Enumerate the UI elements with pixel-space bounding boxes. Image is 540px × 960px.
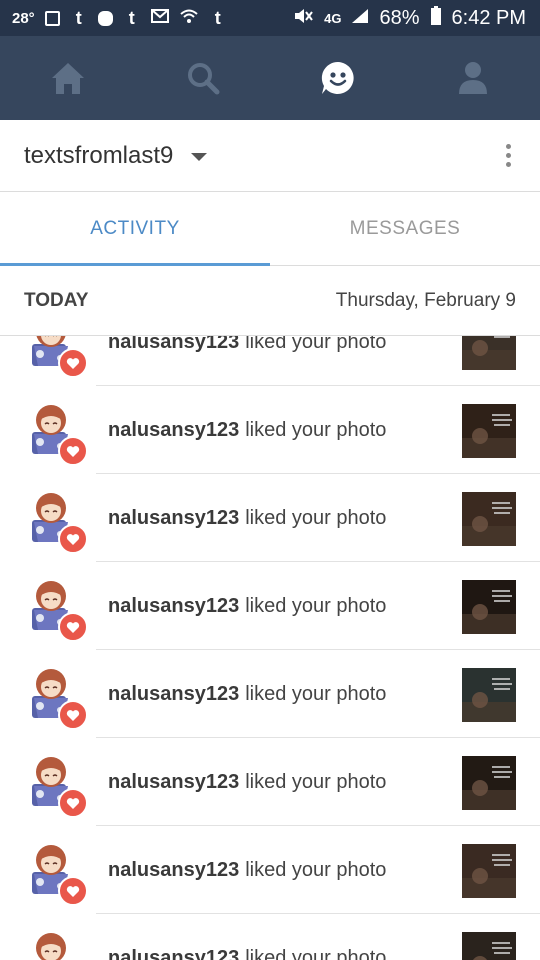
photo-image: [462, 336, 516, 370]
account-name: textsfromlast9: [24, 141, 174, 169]
tumblr-icon: t: [214, 7, 221, 28]
username[interactable]: nalusansy123: [108, 507, 239, 530]
list-item[interactable]: nalusansy123 liked your photo: [0, 562, 540, 650]
nav-activity[interactable]: [308, 48, 368, 108]
notification-text: nalusansy123 liked your photo: [108, 914, 386, 960]
photo-image: [462, 404, 516, 458]
notification-text: nalusansy123 liked your photo: [108, 562, 386, 650]
photo-thumbnail[interactable]: [462, 668, 516, 722]
notification-action: liked your photo: [245, 506, 387, 529]
avatar[interactable]: [28, 930, 78, 960]
nav-home[interactable]: [38, 48, 98, 108]
battery-icon: [430, 5, 442, 31]
wifi-icon: [179, 8, 199, 29]
username[interactable]: nalusansy123: [108, 336, 239, 354]
tab-messages[interactable]: MESSAGES: [270, 192, 540, 265]
photo-image: [462, 932, 516, 960]
tumblr-icon: t: [75, 7, 82, 28]
nav-account[interactable]: [443, 48, 503, 108]
status-bar-right: 4G 68% 6:42 PM: [292, 5, 526, 31]
list-item[interactable]: nalusansy123 liked your photo: [0, 336, 540, 386]
temperature: 28°: [12, 9, 35, 27]
status-bar-left: 28° t t t: [12, 8, 227, 29]
heart-icon: [58, 788, 88, 818]
photo-thumbnail[interactable]: [462, 844, 516, 898]
4g-lte-icon: 4G: [324, 10, 342, 26]
photo-image: [462, 844, 516, 898]
list-item[interactable]: nalusansy123 liked your photo: [0, 826, 540, 914]
notification-text: nalusansy123 liked your photo: [108, 650, 386, 738]
notification-action: liked your photo: [245, 770, 387, 793]
section-header: TODAY Thursday, February 9: [0, 266, 540, 336]
more-options-icon[interactable]: [498, 144, 518, 167]
home-icon: [51, 63, 84, 94]
photo-image: [462, 668, 516, 722]
notification-action: liked your photo: [245, 418, 387, 441]
clock: 6:42 PM: [451, 6, 526, 29]
list-item[interactable]: nalusansy123 liked your photo: [0, 386, 540, 474]
heart-icon: [58, 436, 88, 466]
account-icon: [458, 62, 487, 94]
tumblr-icon: t: [128, 7, 135, 28]
list-item[interactable]: nalusansy123 liked your photo: [0, 650, 540, 738]
notification-text: nalusansy123 liked your photo: [108, 738, 386, 826]
image-icon: [44, 10, 60, 26]
list-item[interactable]: nalusansy123 liked your photo: [0, 738, 540, 826]
bitmoji-icon: [97, 10, 113, 26]
activity-icon: [321, 61, 354, 94]
nav-search[interactable]: [173, 48, 233, 108]
username[interactable]: nalusansy123: [108, 595, 239, 618]
mute-icon: [292, 7, 314, 30]
photo-image: [462, 492, 516, 546]
username[interactable]: nalusansy123: [108, 859, 239, 882]
heart-icon: [58, 612, 88, 642]
activity-tabs: ACTIVITY MESSAGES: [0, 192, 540, 266]
account-switcher[interactable]: textsfromlast9: [0, 120, 540, 192]
notification-list[interactable]: nalusansy123 liked your photo nalusansy1…: [0, 336, 540, 960]
notification-action: liked your photo: [245, 858, 387, 881]
mail-icon: [150, 8, 169, 28]
account-selector[interactable]: textsfromlast9: [24, 141, 208, 170]
username[interactable]: nalusansy123: [108, 683, 239, 706]
heart-icon: [58, 348, 88, 378]
photo-thumbnail[interactable]: [462, 404, 516, 458]
photo-thumbnail[interactable]: [462, 580, 516, 634]
section-date: Thursday, February 9: [335, 289, 516, 311]
photo-thumbnail[interactable]: [462, 492, 516, 546]
notification-text: nalusansy123 liked your photo: [108, 386, 386, 474]
top-navigation: [0, 36, 540, 120]
chevron-down-icon: [191, 152, 208, 161]
heart-icon: [58, 700, 88, 730]
photo-thumbnail[interactable]: [462, 756, 516, 810]
search-icon: [187, 63, 219, 95]
battery-percent: 68%: [379, 6, 420, 29]
username[interactable]: nalusansy123: [108, 947, 239, 960]
photo-image: [462, 756, 516, 810]
status-bar: 28° t t t 4G 68% 6:42 PM: [0, 0, 540, 36]
photo-thumbnail[interactable]: [462, 336, 516, 370]
username[interactable]: nalusansy123: [108, 419, 239, 442]
section-title: TODAY: [24, 289, 89, 311]
notification-action: liked your photo: [245, 946, 387, 960]
notification-text: nalusansy123 liked your photo: [108, 474, 386, 562]
username[interactable]: nalusansy123: [108, 771, 239, 794]
notification-action: liked your photo: [245, 594, 387, 617]
notification-text: nalusansy123 liked your photo: [108, 826, 386, 914]
heart-icon: [58, 876, 88, 906]
photo-image: [462, 580, 516, 634]
signal-icon: [351, 8, 369, 29]
photo-thumbnail[interactable]: [462, 932, 516, 960]
list-item[interactable]: nalusansy123 liked your photo: [0, 474, 540, 562]
notification-text: nalusansy123 liked your photo: [108, 336, 386, 386]
notification-action: liked your photo: [245, 682, 387, 705]
heart-icon: [58, 524, 88, 554]
tab-activity[interactable]: ACTIVITY: [0, 192, 270, 266]
list-item[interactable]: nalusansy123 liked your photo: [0, 914, 540, 960]
notification-action: liked your photo: [245, 336, 387, 353]
